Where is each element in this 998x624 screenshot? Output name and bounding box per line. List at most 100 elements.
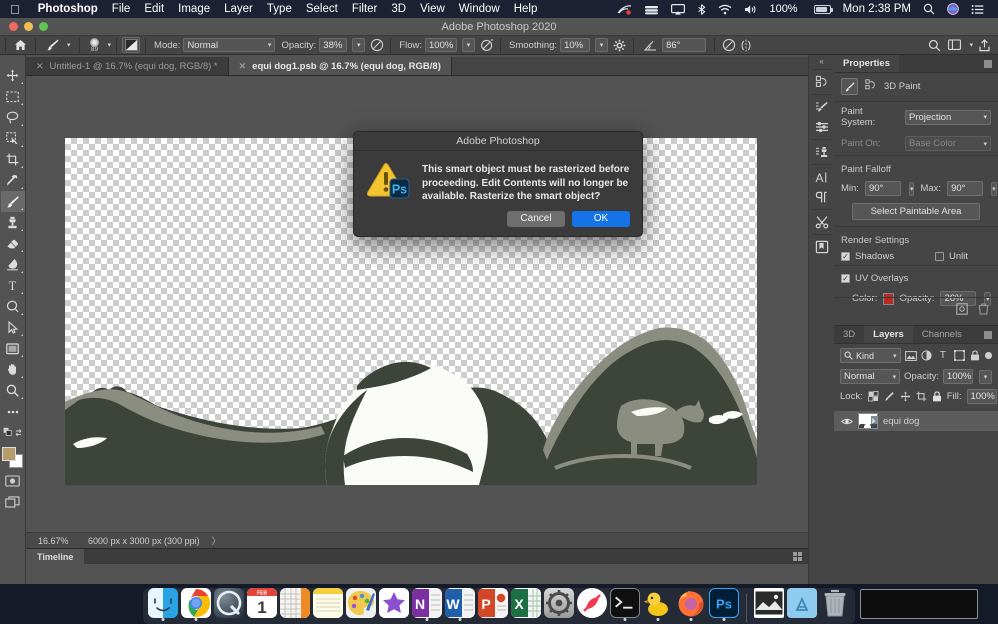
- cancel-button[interactable]: Cancel: [507, 210, 565, 227]
- eraser-tool[interactable]: [1, 233, 25, 254]
- dock-item-quicktime[interactable]: [214, 588, 244, 622]
- duck-icon[interactable]: [643, 588, 673, 618]
- record-icon[interactable]: [611, 4, 638, 15]
- tab-3d[interactable]: 3D: [834, 326, 864, 343]
- dock-item-duck-app[interactable]: [643, 588, 673, 622]
- close-icon[interactable]: ✕: [36, 61, 44, 72]
- unlit-checkbox[interactable]: [935, 252, 944, 261]
- menu-item-3d[interactable]: 3D: [384, 3, 413, 15]
- firefox-icon[interactable]: [676, 588, 706, 618]
- menu-item-photoshop[interactable]: Photoshop: [31, 3, 105, 15]
- shape-tool[interactable]: [1, 338, 25, 359]
- paragraph-panel-icon[interactable]: [810, 187, 834, 207]
- dock-item-downloads-stack[interactable]: [754, 588, 784, 622]
- character-panel-icon[interactable]: A: [810, 167, 834, 187]
- chevron-down-icon[interactable]: ▾: [462, 38, 475, 52]
- calendar-icon[interactable]: FEB 1: [247, 588, 277, 618]
- select-paintable-area-button[interactable]: Select Paintable Area: [852, 203, 980, 220]
- bluetooth-icon[interactable]: [691, 3, 712, 15]
- lock-artboard-icon[interactable]: [916, 390, 927, 403]
- lock-position-icon[interactable]: [900, 390, 911, 403]
- volume-icon[interactable]: [738, 4, 763, 15]
- paint-on-select[interactable]: Base Color ▾: [905, 136, 991, 151]
- chrome-icon[interactable]: [181, 588, 211, 618]
- dock-item-trash[interactable]: [820, 588, 850, 622]
- finder-icon[interactable]: [148, 588, 178, 618]
- opacity-input[interactable]: 38%: [319, 38, 348, 52]
- tab-properties[interactable]: Properties: [834, 55, 899, 72]
- flow-input[interactable]: 100%: [425, 38, 457, 52]
- menu-item-edit[interactable]: Edit: [137, 3, 171, 15]
- notes-icon[interactable]: [313, 588, 343, 618]
- filter-pixel-icon[interactable]: [904, 349, 917, 362]
- paint-icon[interactable]: [346, 588, 376, 618]
- tab-layers[interactable]: Layers: [864, 326, 913, 343]
- downloads-stack-icon[interactable]: [754, 588, 784, 618]
- uv-overlays-checkbox[interactable]: ✓: [841, 274, 850, 283]
- menu-item-image[interactable]: Image: [171, 3, 217, 15]
- marquee-tool[interactable]: [1, 86, 25, 107]
- home-icon[interactable]: [11, 37, 30, 53]
- powerpoint-icon[interactable]: P: [478, 588, 508, 618]
- share-icon[interactable]: [976, 37, 993, 53]
- backup-icon[interactable]: [638, 4, 665, 15]
- libraries-panel-icon[interactable]: [810, 237, 834, 257]
- default-and-swap-colors[interactable]: [1, 422, 25, 443]
- terminal-icon[interactable]: [610, 588, 640, 618]
- zoom-level[interactable]: 16.67%: [26, 536, 88, 546]
- battery-icon[interactable]: [804, 4, 837, 14]
- shadows-checkbox[interactable]: ✓: [841, 252, 850, 261]
- layer-blend-mode-select[interactable]: Normal ▾: [840, 369, 901, 384]
- tab-timeline[interactable]: Timeline: [26, 548, 85, 565]
- dock-item-word[interactable]: W: [445, 588, 475, 622]
- menu-item-window[interactable]: Window: [452, 3, 507, 15]
- airbrush-icon[interactable]: [478, 37, 495, 53]
- filter-smart-object-icon[interactable]: [969, 349, 981, 362]
- dock-item-onenote[interactable]: N: [412, 588, 442, 622]
- dock-right-widget[interactable]: [860, 589, 978, 619]
- menu-item-layer[interactable]: Layer: [217, 3, 260, 15]
- brush-icon[interactable]: [841, 78, 858, 95]
- clone-source-panel-icon[interactable]: [810, 142, 834, 162]
- onenote-icon[interactable]: N: [412, 588, 442, 618]
- pressure-size-icon[interactable]: [720, 37, 737, 53]
- applications-folder-icon[interactable]: [787, 588, 817, 618]
- chevron-down-icon[interactable]: ▾: [352, 38, 366, 52]
- apple-icon[interactable]: : [0, 3, 31, 16]
- layer-fill-input[interactable]: 100%: [966, 389, 997, 404]
- system-preferences-icon[interactable]: [544, 588, 574, 618]
- lock-transparency-icon[interactable]: [867, 390, 879, 403]
- paint-system-select[interactable]: Projection ▾: [905, 109, 991, 125]
- menu-item-filter[interactable]: Filter: [345, 3, 385, 15]
- quicktime-icon[interactable]: [214, 588, 244, 618]
- max-input[interactable]: 90°: [947, 181, 984, 196]
- brush-preset-picker[interactable]: ▾: [41, 37, 74, 54]
- chevron-down-icon[interactable]: ▾: [105, 41, 112, 49]
- lock-all-icon[interactable]: [932, 390, 942, 403]
- pressure-opacity-icon[interactable]: [368, 37, 385, 53]
- ok-button[interactable]: OK: [572, 210, 630, 227]
- angle-input[interactable]: 86°: [662, 38, 707, 52]
- filter-shape-icon[interactable]: [953, 349, 965, 362]
- dock-item-calendar[interactable]: FEB 1: [247, 588, 277, 622]
- chevron-down-icon[interactable]: ▾: [979, 369, 992, 384]
- numbers-icon[interactable]: [280, 588, 310, 618]
- menu-item-select[interactable]: Select: [299, 3, 345, 15]
- eyedropper-tool[interactable]: [1, 170, 25, 191]
- document-tab-equi-dog1[interactable]: ✕ equi dog1.psb @ 16.7% (equi dog, RGB/8…: [228, 57, 452, 75]
- dock-item-terminal[interactable]: [610, 588, 640, 622]
- path-selection-tool[interactable]: [1, 317, 25, 338]
- screen-mode-icon[interactable]: [1, 491, 25, 512]
- add-render-setting-icon[interactable]: [955, 302, 968, 315]
- gear-icon[interactable]: [611, 37, 628, 53]
- blend-mode-select[interactable]: Normal ▾: [183, 38, 276, 52]
- dock-item-applications-folder[interactable]: [787, 588, 817, 622]
- menu-item-type[interactable]: Type: [260, 3, 299, 15]
- wifi-icon[interactable]: [712, 4, 738, 15]
- smoothing-input[interactable]: 10%: [560, 38, 591, 52]
- excel-icon[interactable]: X: [511, 588, 541, 618]
- layer-filter-kind-select[interactable]: Kind ▾: [840, 348, 901, 363]
- control-center-icon[interactable]: [965, 4, 990, 15]
- foreground-color-swatch[interactable]: [1, 447, 16, 461]
- 3d-panel-icon[interactable]: [810, 72, 834, 92]
